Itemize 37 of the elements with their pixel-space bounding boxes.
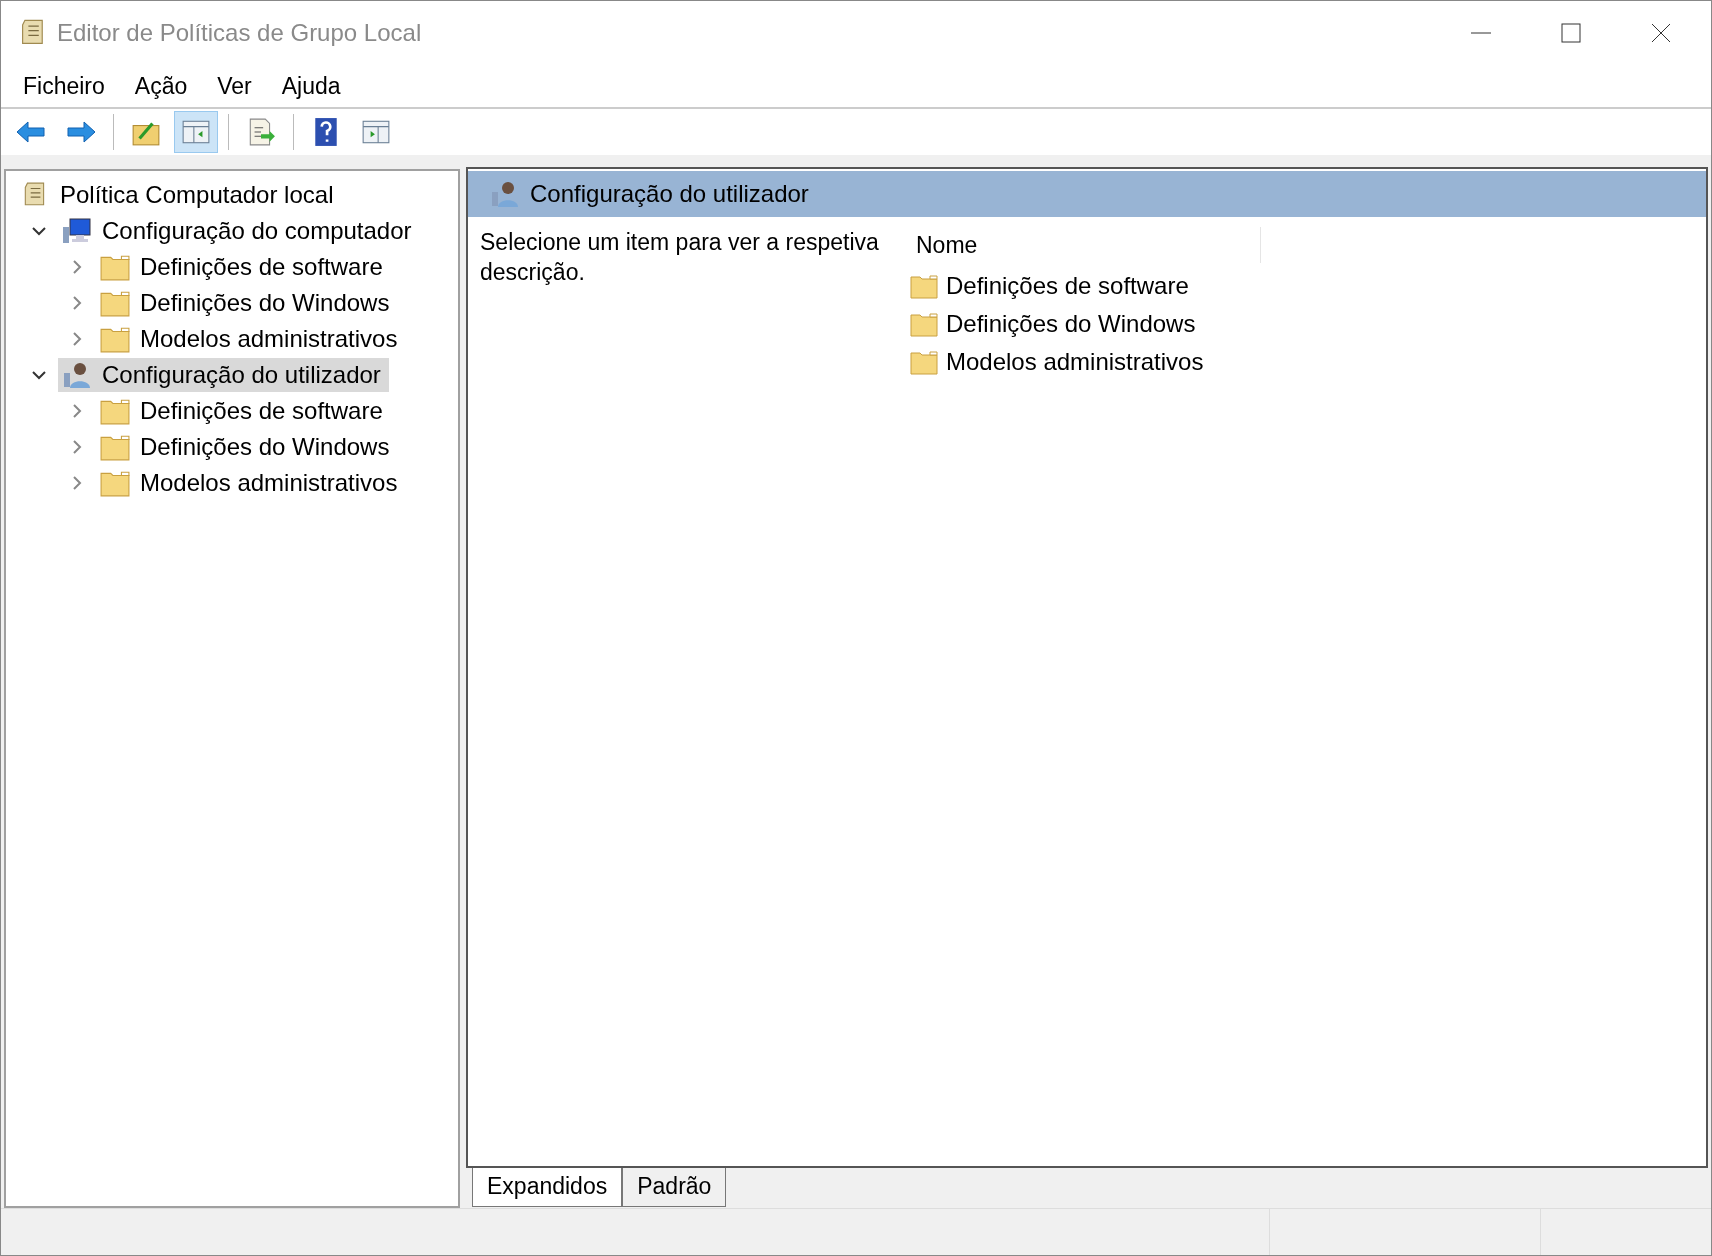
tree-item[interactable]: Definições de software	[96, 250, 391, 284]
menu-item[interactable]: Ficheiro	[23, 72, 105, 100]
folder-icon	[100, 397, 130, 425]
computer-icon	[62, 217, 92, 245]
window-title: Editor de Políticas de Grupo Local	[57, 19, 423, 47]
tree-item[interactable]: Definições do Windows	[96, 430, 398, 464]
tree-item[interactable]: Modelos administrativos	[96, 322, 406, 356]
folder-icon	[910, 349, 938, 375]
user-icon	[62, 361, 92, 389]
tree-item[interactable]: Configuração do computador	[58, 214, 420, 248]
tree-item[interactable]: Política Computador local	[16, 178, 342, 212]
tree-item[interactable]: Modelos administrativos	[96, 466, 406, 500]
maximize-button[interactable]	[1561, 23, 1581, 43]
menu-item[interactable]: Ver	[217, 72, 252, 100]
folder-icon	[100, 253, 130, 281]
folder-icon	[910, 273, 938, 299]
tree-item[interactable]: Definições de software	[96, 394, 391, 428]
tree-toolbar-button[interactable]	[174, 111, 218, 153]
tree-item[interactable]: Definições do Windows	[96, 286, 398, 320]
list-item[interactable]: Definições de software	[910, 267, 1261, 305]
list-item[interactable]: Definições do Windows	[910, 305, 1261, 343]
view-tab[interactable]: Expandidos	[472, 1168, 623, 1207]
menu-item[interactable]: Ação	[134, 72, 188, 100]
folder-icon	[100, 325, 130, 353]
pane-title: Configuração do utilizador	[530, 180, 809, 208]
folder-icon	[100, 433, 130, 461]
column-header[interactable]: Nome	[910, 227, 1261, 263]
close-button[interactable]	[1651, 23, 1671, 43]
folder-icon	[100, 469, 130, 497]
tree-item[interactable]: Configuração do utilizador	[58, 358, 389, 392]
list-item[interactable]: Modelos administrativos	[910, 343, 1261, 381]
description-text: Selecione um item para ver a respetiva descrição.	[480, 229, 879, 285]
folder-icon	[910, 311, 938, 337]
view-tab[interactable]: Padrão	[622, 1168, 727, 1207]
user-icon	[490, 180, 520, 208]
folder-icon	[100, 289, 130, 317]
menu-item[interactable]: Ajuda	[281, 72, 341, 100]
